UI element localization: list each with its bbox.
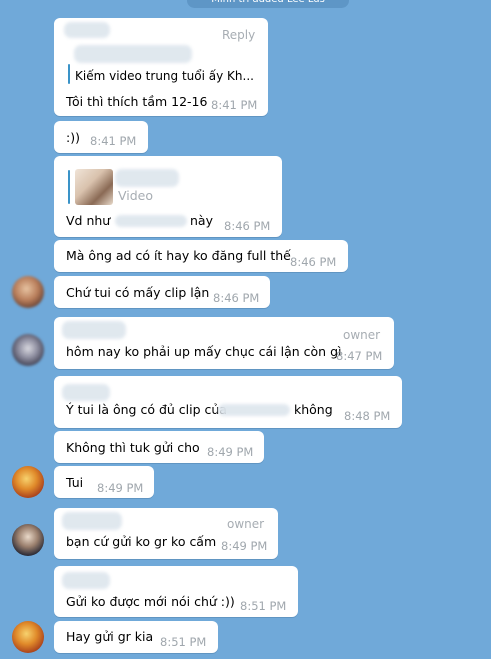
message-bubble[interactable]: Không thì tuk gửi cho 8:49 PM	[54, 431, 264, 463]
message-text: Hay gửi gr kia	[66, 629, 154, 644]
message-text-before: Ý tui là ông có đủ clip của	[66, 402, 227, 417]
reply-quote-bar	[68, 64, 70, 84]
message-bubble[interactable]: Gửi ko được mới nói chứ :)) 8:51 PM	[54, 566, 298, 617]
user-avatar[interactable]	[12, 621, 44, 653]
message-time: 8:46 PM	[290, 255, 337, 269]
message-bubble[interactable]: Video Vd như này 8:46 PM	[54, 156, 282, 237]
message-text: bạn cứ gửi ko gr ko cấm	[66, 534, 217, 549]
message-time: 8:41 PM	[211, 98, 258, 112]
message-bubble[interactable]: Hay gửi gr kia 8:51 PM	[54, 621, 218, 653]
message-text-before: Vd như	[66, 213, 111, 228]
service-message: Minh tri added Lee Lus	[187, 0, 349, 8]
message-text: hôm nay ko phải up mấy chục cái lận còn …	[66, 344, 342, 359]
sender-name-blurred	[62, 384, 110, 401]
message-text: Gửi ko được mới nói chứ :))	[66, 594, 235, 609]
message-text: Mà ông ad có ít hay ko đăng full thế	[66, 248, 291, 263]
owner-badge: owner	[227, 517, 265, 531]
message-text: Chứ tui có mấy clip lận	[66, 285, 210, 300]
message-bubble[interactable]: Chứ tui có mấy clip lận 8:46 PM	[54, 276, 270, 308]
message-bubble[interactable]: :)) 8:41 PM	[54, 121, 148, 153]
user-avatar[interactable]	[12, 466, 44, 498]
quoted-text: Kiếm video trung tuổi ấy Kh...	[75, 69, 254, 83]
message-text: :))	[66, 130, 80, 145]
message-bubble[interactable]: Mà ông ad có ít hay ko đăng full thế 8:4…	[54, 240, 348, 272]
message-text-after: này	[190, 213, 213, 228]
message-time: 8:46 PM	[224, 219, 271, 233]
message-time: 8:41 PM	[90, 134, 137, 148]
message-time: 8:49 PM	[207, 445, 254, 459]
message-bubble[interactable]: Reply Kiếm video trung tuổi ấy Kh... Tôi…	[54, 18, 268, 116]
redacted-text	[115, 215, 187, 227]
user-avatar[interactable]	[12, 276, 44, 308]
message-time: 8:47 PM	[336, 349, 383, 363]
quoted-sender-blurred	[115, 169, 179, 187]
message-bubble[interactable]: Ý tui là ông có đủ clip của không 8:48 P…	[54, 376, 402, 428]
message-text: Không thì tuk gửi cho	[66, 440, 200, 455]
message-text: Tui	[66, 475, 84, 490]
sender-name-blurred	[62, 572, 110, 589]
message-bubble[interactable]: Tui 8:49 PM	[54, 466, 154, 498]
message-text: Tôi thì thích tầm 12-16	[66, 94, 208, 109]
reply-quote-bar	[68, 170, 70, 204]
message-time: 8:49 PM	[221, 539, 268, 553]
owner-badge: owner	[343, 328, 381, 342]
message-bubble[interactable]: owner bạn cứ gửi ko gr ko cấm 8:49 PM	[54, 508, 278, 559]
message-time: 8:51 PM	[240, 599, 287, 613]
sender-name-blurred	[62, 512, 122, 530]
reply-label[interactable]: Reply	[222, 28, 255, 42]
redacted-text	[218, 404, 290, 416]
sender-name-blurred	[62, 321, 126, 339]
sender-name-blurred	[64, 22, 110, 38]
owner-avatar[interactable]	[12, 524, 44, 556]
message-time: 8:46 PM	[213, 291, 260, 305]
message-time: 8:48 PM	[344, 409, 391, 423]
message-text-after: không	[294, 402, 333, 417]
quoted-sender-blurred	[74, 45, 192, 63]
quoted-media-label: Video	[118, 188, 154, 203]
message-bubble[interactable]: owner hôm nay ko phải up mấy chục cái lậ…	[54, 317, 394, 369]
message-time: 8:51 PM	[160, 635, 207, 649]
owner-avatar[interactable]	[12, 334, 44, 366]
message-time: 8:49 PM	[97, 481, 144, 495]
video-thumbnail[interactable]	[75, 169, 113, 205]
